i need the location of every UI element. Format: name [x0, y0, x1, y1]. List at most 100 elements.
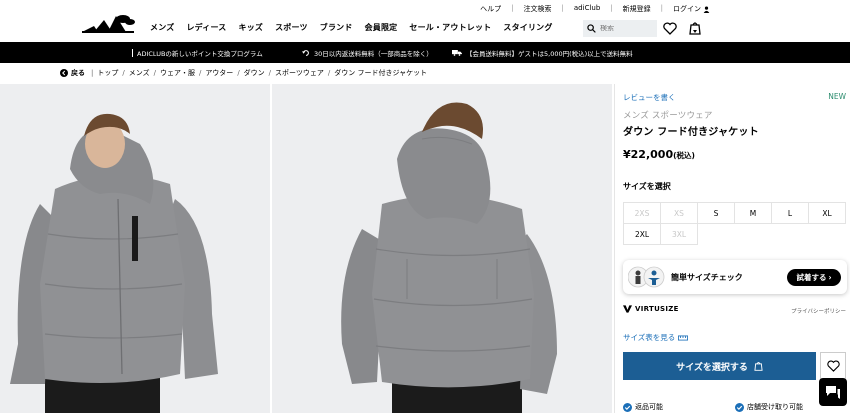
cart-button[interactable]: [687, 20, 703, 36]
promo-text: 【会員送料無料】ゲストは5,000円(税込)以上で送料無料: [466, 49, 633, 58]
main-nav: メンズ レディース キッズ スポーツ ブランド 会員限定 セール・アウトレット …: [150, 22, 553, 33]
fit-check-label: 簡単サイズチェック: [671, 273, 743, 282]
bag-icon: [754, 362, 763, 371]
size-option-m[interactable]: M: [734, 202, 772, 224]
search-icon: [587, 24, 596, 33]
breadcrumb: 戻る | トップ / メンズ / ウェア・服 / アウター / ダウン / スポ…: [60, 68, 427, 78]
size-option-2xl[interactable]: 2XL: [623, 223, 661, 245]
breadcrumb-item[interactable]: スポーツウェア: [275, 68, 324, 78]
new-badge: NEW: [828, 92, 846, 101]
size-option-xs: XS: [660, 202, 698, 224]
nav-item-kids[interactable]: キッズ: [239, 22, 264, 33]
return-info: 返品可能: [623, 402, 663, 412]
body-model-avatars: [628, 266, 665, 288]
user-icon: [703, 5, 710, 13]
virtusize-logo-icon: [623, 305, 632, 313]
nav-item-sale[interactable]: セール・アウトレット: [409, 22, 491, 33]
select-size-button[interactable]: サイズを選択する: [623, 352, 816, 380]
jacket-back-illustration: [341, 102, 557, 413]
divider: /: [122, 69, 125, 77]
nav-item-brand[interactable]: ブランド: [320, 22, 353, 33]
size-option-s[interactable]: S: [697, 202, 735, 224]
site-header: ヘルプ | 注文検索 | adiClub | 新規登録 | ログイン メンズ レ…: [0, 0, 850, 42]
ruler-icon: [678, 335, 689, 340]
breadcrumb-item[interactable]: トップ: [97, 68, 118, 78]
divider: /: [327, 69, 331, 77]
pickup-info-label: 店舗受け取り可能: [747, 403, 803, 411]
adidas-trefoil-logo[interactable]: [80, 12, 138, 34]
breadcrumb-item[interactable]: ダウン: [244, 68, 265, 78]
try-on-button[interactable]: 試着する ›: [787, 269, 841, 286]
wishlist-button[interactable]: [662, 20, 678, 36]
order-search-link[interactable]: 注文検索: [524, 4, 552, 14]
nav-item-styling[interactable]: スタイリング: [503, 22, 552, 33]
product-category: メンズ スポーツウェア: [623, 111, 713, 121]
heart-icon: [663, 21, 677, 35]
back-arrow-icon: [60, 69, 68, 77]
try-on-label: 試着する: [796, 273, 827, 282]
login-label: ログイン: [673, 5, 701, 13]
promo-item-returns[interactable]: 30日以内返送料無料（一部商品を除く）: [302, 48, 433, 58]
size-option-xl[interactable]: XL: [808, 202, 846, 224]
breadcrumb-item[interactable]: メンズ: [129, 68, 150, 78]
fit-check-card[interactable]: 簡単サイズチェック 試着する ›: [623, 260, 847, 294]
breadcrumb-item[interactable]: アウター: [205, 68, 233, 78]
add-to-wishlist-button[interactable]: [820, 352, 846, 380]
size-option-2xs: 2XS: [623, 202, 661, 224]
divider: |: [91, 69, 94, 77]
size-select-label: サイズを選択: [623, 182, 671, 191]
search-box[interactable]: [583, 20, 657, 37]
return-icon: [302, 49, 309, 56]
size-chart-link[interactable]: サイズ表を見る: [623, 332, 689, 343]
product-image-front[interactable]: [0, 84, 270, 413]
divider: |: [511, 4, 514, 12]
nav-item-womens[interactable]: レディース: [186, 22, 226, 33]
return-info-label: 返品可能: [635, 403, 663, 411]
promo-item-adiclub[interactable]: ADICLUBの新しいポイント交換プログラム: [132, 48, 263, 58]
breadcrumb-current: ダウン フード付きジャケット: [334, 69, 428, 77]
size-option-l[interactable]: L: [771, 202, 809, 224]
back-link[interactable]: 戻る: [60, 68, 85, 78]
help-link[interactable]: ヘルプ: [480, 4, 501, 14]
select-size-label: サイズを選択する: [676, 362, 748, 373]
tax-note: (税込): [673, 151, 695, 160]
privacy-policy-link[interactable]: プライバシーポリシー: [791, 307, 846, 315]
promo-text: 30日以内返送料無料（一部商品を除く）: [314, 49, 433, 58]
search-input[interactable]: [600, 25, 652, 32]
product-info-panel: レビューを書く NEW メンズ スポーツウェア ダウン フード付きジャケット ¥…: [614, 84, 850, 413]
truck-icon: [452, 50, 462, 56]
promo-pipe: [132, 48, 133, 57]
nav-item-mens[interactable]: メンズ: [150, 22, 174, 33]
size-option-3xl: 3XL: [660, 223, 698, 245]
check-icon: [623, 402, 632, 412]
chat-icon: [826, 386, 840, 399]
check-icon: [735, 402, 744, 412]
nav-item-members[interactable]: 会員限定: [365, 22, 398, 33]
utility-nav: ヘルプ | 注文検索 | adiClub | 新規登録 | ログイン: [480, 4, 710, 14]
divider: /: [268, 69, 272, 77]
login-link[interactable]: ログイン: [673, 4, 710, 14]
divider: |: [610, 4, 613, 12]
divider: |: [561, 4, 564, 12]
chat-button[interactable]: [819, 378, 847, 406]
product-image-back[interactable]: [272, 84, 612, 413]
divider: /: [237, 69, 240, 77]
write-review-link[interactable]: レビューを書く: [623, 92, 676, 103]
product-price: ¥22,000(税込): [623, 148, 695, 161]
nav-item-sports[interactable]: スポーツ: [275, 22, 308, 33]
breadcrumb-item[interactable]: ウェア・服: [160, 68, 195, 78]
virtusize-label: VIRTUSIZE: [635, 305, 679, 313]
pickup-info: 店舗受け取り可能: [735, 402, 803, 412]
jacket-front-illustration: [10, 113, 218, 413]
chevron-right-icon: ›: [828, 273, 832, 282]
heart-icon: [826, 360, 840, 372]
promo-bar: ADICLUBの新しいポイント交換プログラム 30日以内返送料無料（一部商品を除…: [0, 42, 850, 63]
adiclub-link[interactable]: adiClub: [574, 4, 600, 14]
divider: /: [198, 69, 202, 77]
promo-item-shipping[interactable]: 【会員送料無料】ゲストは5,000円(税込)以上で送料無料: [452, 48, 633, 58]
product-title: ダウン フード付きジャケット: [623, 127, 759, 138]
price-value: ¥22,000: [623, 148, 674, 161]
register-link[interactable]: 新規登録: [623, 4, 651, 14]
divider: /: [153, 69, 156, 77]
back-label: 戻る: [71, 69, 85, 77]
